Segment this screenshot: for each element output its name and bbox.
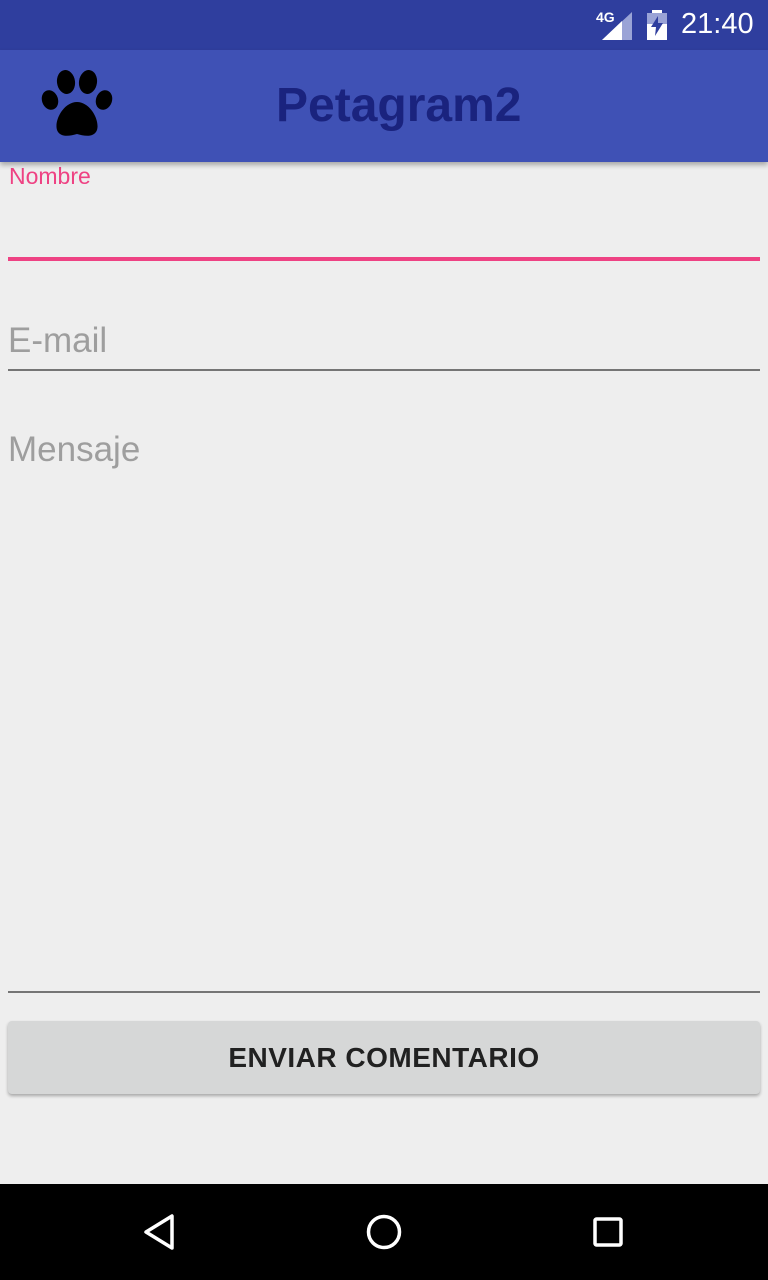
email-underline (8, 369, 760, 371)
mensaje-input[interactable] (8, 428, 760, 984)
recents-button[interactable] (584, 1208, 632, 1256)
home-button[interactable] (360, 1208, 408, 1256)
back-triangle-icon (144, 1214, 174, 1250)
email-input[interactable] (8, 318, 760, 364)
recents-square-icon (593, 1217, 623, 1247)
app-title: Petagram2 (276, 79, 522, 132)
back-button[interactable] (136, 1208, 184, 1256)
contact-screen: 4G 21:40 Petagram2 Nombre ENVIAR C (0, 0, 768, 1280)
navigation-bar (0, 1184, 768, 1280)
nombre-underline (8, 257, 760, 261)
nombre-input[interactable] (8, 206, 760, 252)
app-bar: Petagram2 (0, 50, 768, 162)
clock: 21:40 (681, 8, 754, 40)
battery-charging-icon (647, 10, 667, 40)
home-circle-icon (366, 1214, 402, 1250)
cell-signal-icon (602, 12, 632, 40)
mensaje-underline (8, 991, 760, 993)
paw-icon (41, 70, 113, 136)
send-comment-button[interactable]: ENVIAR COMENTARIO (8, 1021, 760, 1094)
status-bar: 4G 21:40 (0, 0, 768, 50)
nombre-label: Nombre (9, 163, 91, 189)
